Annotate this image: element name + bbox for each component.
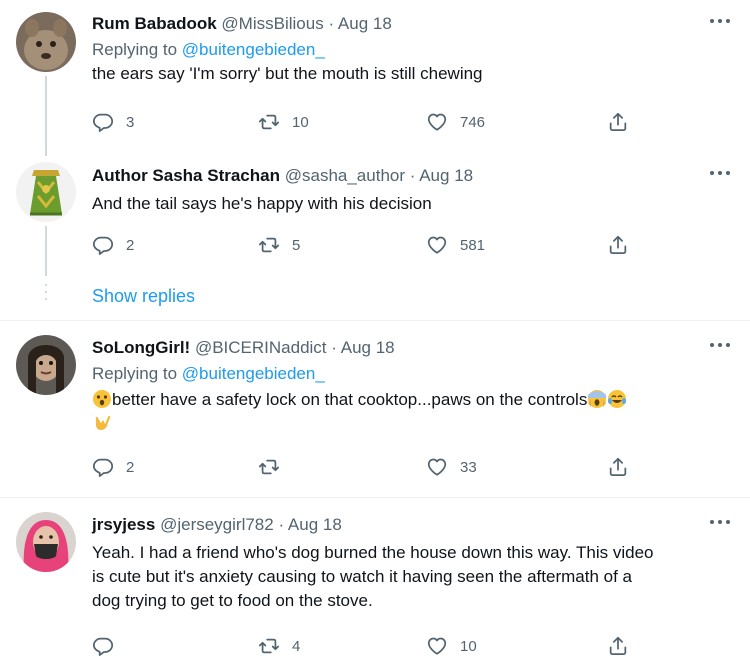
like-button[interactable]: 581 — [426, 232, 485, 258]
separator-dot: · — [278, 515, 285, 534]
like-button[interactable]: 746 — [426, 109, 485, 135]
share-icon — [607, 111, 629, 133]
thread-line — [45, 76, 47, 156]
share-icon — [607, 456, 629, 478]
tweet-text: the ears say 'I'm sorry' but the mouth i… — [92, 64, 483, 83]
reply-button[interactable]: 2 — [92, 232, 134, 258]
tears-of-joy-emoji — [608, 390, 627, 408]
replying-to-label: Replying to — [92, 40, 178, 59]
tweet-timestamp[interactable]: Aug 18 — [341, 338, 395, 357]
retweet-count: 4 — [292, 637, 301, 655]
avatar[interactable] — [16, 162, 76, 222]
screaming-face-emoji — [588, 390, 607, 408]
reply-count: 2 — [126, 458, 135, 476]
thread-dots — [45, 284, 47, 305]
share-button[interactable] — [607, 232, 629, 258]
avatar[interactable] — [16, 12, 76, 72]
tweet-header: SoLongGirl! @BICERINaddict · Aug 18 — [92, 336, 732, 360]
user-handle[interactable]: @BICERINaddict — [195, 338, 327, 357]
retweet-icon — [258, 635, 280, 657]
tweet-4[interactable]: jrsyjess @jerseygirl782 · Aug 18 Yeah. I… — [0, 498, 750, 667]
display-name[interactable]: jrsyjess — [92, 515, 155, 534]
tweet-text-line: is cute but it's anxiety causing to watc… — [92, 567, 632, 586]
tweet-text-block: better have a safety lock on that cookto… — [92, 388, 732, 436]
heart-icon — [426, 111, 448, 133]
reply-button[interactable] — [92, 633, 126, 659]
retweet-icon — [258, 456, 280, 478]
reply-icon — [92, 456, 114, 478]
tweet-timestamp[interactable]: Aug 18 — [419, 166, 473, 185]
display-name[interactable]: Author Sasha Strachan — [92, 166, 280, 185]
retweet-icon — [258, 234, 280, 256]
replying-to: Replying to @buitengebieden_ — [92, 38, 732, 62]
more-icon[interactable] — [708, 340, 732, 354]
tweet-header: jrsyjess @jerseygirl782 · Aug 18 — [92, 513, 732, 537]
heart-icon — [426, 456, 448, 478]
reply-icon — [92, 111, 114, 133]
retweet-button[interactable] — [258, 454, 292, 480]
display-name[interactable]: Rum Babadook — [92, 14, 217, 33]
thread-line — [45, 226, 47, 276]
more-icon[interactable] — [708, 168, 732, 182]
call-me-hand-emoji — [95, 415, 111, 430]
retweet-count: 10 — [292, 113, 309, 131]
like-count: 10 — [460, 637, 477, 655]
heart-icon — [426, 635, 448, 657]
separator-dot: · — [409, 166, 416, 185]
tweet-text-line: dog trying to get to food on the stove. — [92, 591, 373, 610]
replying-to-label: Replying to — [92, 364, 178, 383]
like-count: 33 — [460, 458, 477, 476]
user-handle[interactable]: @MissBilious — [221, 14, 323, 33]
share-icon — [607, 234, 629, 256]
user-handle[interactable]: @sasha_author — [285, 166, 405, 185]
tweet-text: Yeah. I had a friend who's dog burned th… — [92, 541, 732, 613]
like-button[interactable]: 10 — [426, 633, 477, 659]
heart-icon — [426, 234, 448, 256]
share-icon — [607, 635, 629, 657]
tweet-timestamp[interactable]: Aug 18 — [288, 515, 342, 534]
like-count: 746 — [460, 113, 486, 131]
show-replies-link[interactable]: Show replies — [92, 284, 195, 308]
reply-icon — [92, 234, 114, 256]
mention-link[interactable]: @buitengebieden_ — [182, 364, 325, 383]
tweet-1[interactable]: Rum Babadook @MissBilious · Aug 18 Reply… — [0, 0, 750, 156]
reply-count: 3 — [126, 113, 135, 131]
share-button[interactable] — [607, 109, 629, 135]
retweet-button[interactable]: 10 — [258, 109, 309, 135]
separator-dot: · — [331, 338, 337, 357]
replying-to: Replying to @buitengebieden_ — [92, 362, 732, 386]
retweet-button[interactable]: 4 — [258, 633, 300, 659]
like-button[interactable]: 33 — [426, 454, 477, 480]
tweet-text: And the tail says he's happy with his de… — [92, 194, 432, 213]
share-button[interactable] — [607, 454, 629, 480]
reply-icon — [92, 635, 114, 657]
reply-count: 2 — [126, 236, 135, 254]
retweet-icon — [258, 111, 280, 133]
avatar[interactable] — [16, 512, 76, 572]
more-icon[interactable] — [708, 517, 732, 531]
tweet-actions: 3 10 746 — [92, 109, 632, 135]
tweet-header: Author Sasha Strachan @sasha_author · Au… — [92, 164, 732, 188]
reply-button[interactable]: 3 — [92, 109, 134, 135]
retweet-count: 5 — [292, 236, 301, 254]
like-count: 581 — [460, 236, 486, 254]
user-handle[interactable]: @jerseygirl782 — [160, 515, 274, 534]
mention-link[interactable]: @buitengebieden_ — [182, 40, 325, 59]
tweet-text-line: Yeah. I had a friend who's dog burned th… — [92, 543, 654, 562]
reply-button[interactable]: 2 — [92, 454, 134, 480]
tweet-timestamp[interactable]: Aug 18 — [338, 14, 392, 33]
avatar[interactable] — [16, 335, 76, 395]
more-icon[interactable] — [708, 16, 732, 30]
tweet-actions: 4 10 — [92, 633, 632, 659]
tweet-actions: 2 33 — [92, 454, 632, 480]
tweet-text: better have a safety lock on that cookto… — [112, 390, 588, 409]
tweet-actions: 2 5 581 — [92, 232, 632, 258]
retweet-button[interactable]: 5 — [258, 232, 300, 258]
separator-dot: · — [328, 14, 335, 33]
display-name[interactable]: SoLongGirl! — [92, 338, 190, 357]
share-button[interactable] — [607, 633, 629, 659]
tweet-3[interactable]: SoLongGirl! @BICERINaddict · Aug 18 Repl… — [0, 321, 750, 491]
tweet-header: Rum Babadook @MissBilious · Aug 18 — [92, 12, 732, 36]
astonished-face-emoji — [93, 390, 111, 408]
